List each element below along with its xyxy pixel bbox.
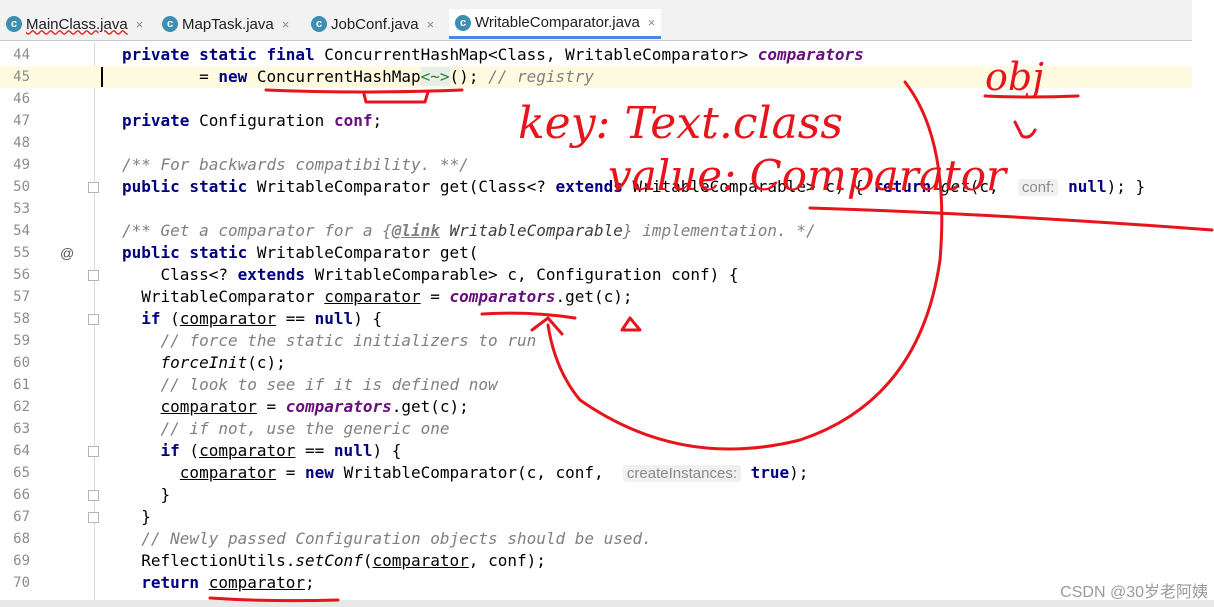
handwritten-obj: obj	[985, 55, 1044, 99]
bracket-under-diamond	[362, 90, 430, 104]
small-triangle-mark	[620, 316, 642, 332]
handwritten-key-text-class: key: Text.class	[518, 98, 843, 149]
fraction-denominator-mark	[1013, 120, 1037, 139]
handwritten-annotations: obj key: Text.class value: Comparator	[208, 55, 1214, 603]
watermark: CSDN @30岁老阿姨	[1060, 584, 1208, 601]
handwritten-value-comparator: value: Comparator	[608, 151, 1009, 200]
underline-key-value-line	[808, 206, 1214, 232]
underline-comparators-get	[480, 311, 577, 320]
underline-concurrenthashmap	[264, 88, 464, 94]
underline-return-comparator	[208, 596, 340, 603]
